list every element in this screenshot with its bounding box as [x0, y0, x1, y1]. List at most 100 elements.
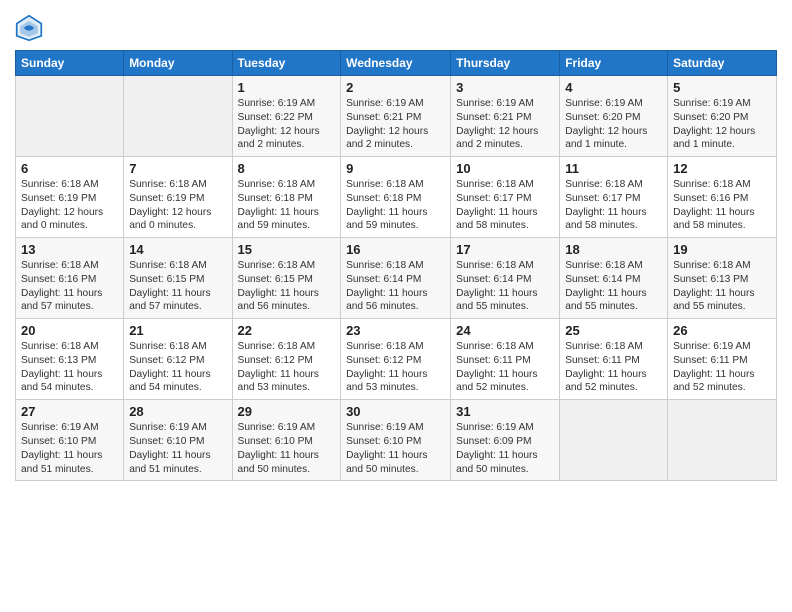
day-number: 18	[565, 242, 662, 257]
calendar-cell: 19 Sunrise: 6:18 AM Sunset: 6:13 PM Dayli…	[668, 238, 777, 319]
day-info: Sunrise: 6:18 AM Sunset: 6:16 PM Dayligh…	[673, 178, 771, 233]
calendar-cell: 14 Sunrise: 6:18 AM Sunset: 6:15 PM Dayli…	[124, 238, 232, 319]
day-header-tuesday: Tuesday	[232, 51, 341, 76]
day-number: 27	[21, 404, 118, 419]
day-info: Sunrise: 6:18 AM Sunset: 6:11 PM Dayligh…	[456, 340, 554, 395]
day-number: 29	[238, 404, 336, 419]
day-number: 1	[238, 80, 336, 95]
day-info: Sunrise: 6:19 AM Sunset: 6:10 PM Dayligh…	[346, 421, 445, 476]
calendar-cell: 30 Sunrise: 6:19 AM Sunset: 6:10 PM Dayli…	[341, 400, 451, 481]
day-number: 20	[21, 323, 118, 338]
calendar-cell: 29Sunrise: 6:19 AM Sunset: 6:10 PM Dayli…	[232, 400, 341, 481]
day-number: 14	[129, 242, 226, 257]
day-info: Sunrise: 6:18 AM Sunset: 6:15 PM Dayligh…	[238, 259, 336, 314]
week-row-5: 27 Sunrise: 6:19 AM Sunset: 6:10 PM Dayli…	[16, 400, 777, 481]
day-number: 12	[673, 161, 771, 176]
day-info: Sunrise: 6:19 AM Sunset: 6:09 PM Dayligh…	[456, 421, 554, 476]
day-info: Sunrise: 6:18 AM Sunset: 6:13 PM Dayligh…	[673, 259, 771, 314]
calendar-cell: 4 Sunrise: 6:19 AM Sunset: 6:20 PM Daylig…	[560, 76, 668, 157]
calendar-cell: 15 Sunrise: 6:18 AM Sunset: 6:15 PM Dayli…	[232, 238, 341, 319]
day-number: 5	[673, 80, 771, 95]
calendar-cell: 28 Sunrise: 6:19 AM Sunset: 6:10 PM Dayli…	[124, 400, 232, 481]
calendar-cell: 13 Sunrise: 6:18 AM Sunset: 6:16 PM Dayli…	[16, 238, 124, 319]
day-info: Sunrise: 6:19 AM Sunset: 6:22 PM Dayligh…	[238, 97, 336, 152]
calendar-cell: 5 Sunrise: 6:19 AM Sunset: 6:20 PM Daylig…	[668, 76, 777, 157]
calendar-cell: 17Sunrise: 6:18 AM Sunset: 6:14 PM Dayli…	[451, 238, 560, 319]
calendar-cell: 24Sunrise: 6:18 AM Sunset: 6:11 PM Dayli…	[451, 319, 560, 400]
calendar-cell: 3 Sunrise: 6:19 AM Sunset: 6:21 PM Daylig…	[451, 76, 560, 157]
day-info: Sunrise: 6:18 AM Sunset: 6:19 PM Dayligh…	[129, 178, 226, 233]
day-number: 28	[129, 404, 226, 419]
calendar-cell	[16, 76, 124, 157]
day-number: 22	[238, 323, 336, 338]
day-number: 23	[346, 323, 445, 338]
day-info: Sunrise: 6:19 AM Sunset: 6:20 PM Dayligh…	[673, 97, 771, 152]
day-number: 8	[238, 161, 336, 176]
day-info: Sunrise: 6:18 AM Sunset: 6:12 PM Dayligh…	[129, 340, 226, 395]
logo	[15, 14, 45, 42]
day-header-thursday: Thursday	[451, 51, 560, 76]
day-number: 6	[21, 161, 118, 176]
calendar-cell	[668, 400, 777, 481]
calendar-cell	[124, 76, 232, 157]
calendar-cell: 31 Sunrise: 6:19 AM Sunset: 6:09 PM Dayli…	[451, 400, 560, 481]
calendar-cell: 18 Sunrise: 6:18 AM Sunset: 6:14 PM Dayli…	[560, 238, 668, 319]
day-number: 11	[565, 161, 662, 176]
day-info: Sunrise: 6:18 AM Sunset: 6:11 PM Dayligh…	[565, 340, 662, 395]
day-info: Sunrise: 6:18 AM Sunset: 6:15 PM Dayligh…	[129, 259, 226, 314]
calendar-cell: 12 Sunrise: 6:18 AM Sunset: 6:16 PM Dayli…	[668, 157, 777, 238]
day-info: Sunrise: 6:18 AM Sunset: 6:17 PM Dayligh…	[565, 178, 662, 233]
week-row-1: 1 Sunrise: 6:19 AM Sunset: 6:22 PM Daylig…	[16, 76, 777, 157]
day-number: 19	[673, 242, 771, 257]
day-number: 4	[565, 80, 662, 95]
calendar-cell: 1 Sunrise: 6:19 AM Sunset: 6:22 PM Daylig…	[232, 76, 341, 157]
day-number: 3	[456, 80, 554, 95]
day-number: 7	[129, 161, 226, 176]
calendar-cell: 27 Sunrise: 6:19 AM Sunset: 6:10 PM Dayli…	[16, 400, 124, 481]
header	[15, 10, 777, 42]
day-info: Sunrise: 6:18 AM Sunset: 6:12 PM Dayligh…	[238, 340, 336, 395]
day-info: Sunrise: 6:18 AM Sunset: 6:18 PM Dayligh…	[238, 178, 336, 233]
calendar-header-row: SundayMondayTuesdayWednesdayThursdayFrid…	[16, 51, 777, 76]
calendar-cell: 9 Sunrise: 6:18 AM Sunset: 6:18 PM Daylig…	[341, 157, 451, 238]
day-number: 15	[238, 242, 336, 257]
day-number: 2	[346, 80, 445, 95]
day-number: 30	[346, 404, 445, 419]
day-info: Sunrise: 6:18 AM Sunset: 6:16 PM Dayligh…	[21, 259, 118, 314]
day-info: Sunrise: 6:19 AM Sunset: 6:10 PM Dayligh…	[21, 421, 118, 476]
calendar-cell: 7 Sunrise: 6:18 AM Sunset: 6:19 PM Daylig…	[124, 157, 232, 238]
day-number: 26	[673, 323, 771, 338]
day-number: 16	[346, 242, 445, 257]
day-info: Sunrise: 6:18 AM Sunset: 6:14 PM Dayligh…	[565, 259, 662, 314]
day-info: Sunrise: 6:18 AM Sunset: 6:18 PM Dayligh…	[346, 178, 445, 233]
calendar-cell: 22 Sunrise: 6:18 AM Sunset: 6:12 PM Dayli…	[232, 319, 341, 400]
week-row-4: 20Sunrise: 6:18 AM Sunset: 6:13 PM Dayli…	[16, 319, 777, 400]
calendar-cell	[560, 400, 668, 481]
day-info: Sunrise: 6:19 AM Sunset: 6:10 PM Dayligh…	[129, 421, 226, 476]
day-info: Sunrise: 6:18 AM Sunset: 6:12 PM Dayligh…	[346, 340, 445, 395]
day-header-wednesday: Wednesday	[341, 51, 451, 76]
day-number: 25	[565, 323, 662, 338]
day-header-saturday: Saturday	[668, 51, 777, 76]
day-info: Sunrise: 6:18 AM Sunset: 6:19 PM Dayligh…	[21, 178, 118, 233]
day-info: Sunrise: 6:19 AM Sunset: 6:20 PM Dayligh…	[565, 97, 662, 152]
day-number: 9	[346, 161, 445, 176]
calendar-cell: 2 Sunrise: 6:19 AM Sunset: 6:21 PM Daylig…	[341, 76, 451, 157]
calendar-table: SundayMondayTuesdayWednesdayThursdayFrid…	[15, 50, 777, 481]
calendar-cell: 26Sunrise: 6:19 AM Sunset: 6:11 PM Dayli…	[668, 319, 777, 400]
calendar-cell: 10Sunrise: 6:18 AM Sunset: 6:17 PM Dayli…	[451, 157, 560, 238]
calendar-cell: 20Sunrise: 6:18 AM Sunset: 6:13 PM Dayli…	[16, 319, 124, 400]
day-info: Sunrise: 6:18 AM Sunset: 6:14 PM Dayligh…	[346, 259, 445, 314]
week-row-2: 6 Sunrise: 6:18 AM Sunset: 6:19 PM Daylig…	[16, 157, 777, 238]
day-header-friday: Friday	[560, 51, 668, 76]
week-row-3: 13 Sunrise: 6:18 AM Sunset: 6:16 PM Dayli…	[16, 238, 777, 319]
day-info: Sunrise: 6:19 AM Sunset: 6:21 PM Dayligh…	[346, 97, 445, 152]
day-info: Sunrise: 6:19 AM Sunset: 6:21 PM Dayligh…	[456, 97, 554, 152]
calendar-cell: 25 Sunrise: 6:18 AM Sunset: 6:11 PM Dayli…	[560, 319, 668, 400]
calendar-cell: 21 Sunrise: 6:18 AM Sunset: 6:12 PM Dayli…	[124, 319, 232, 400]
day-number: 13	[21, 242, 118, 257]
logo-icon	[15, 14, 43, 42]
day-number: 31	[456, 404, 554, 419]
day-header-sunday: Sunday	[16, 51, 124, 76]
day-number: 21	[129, 323, 226, 338]
